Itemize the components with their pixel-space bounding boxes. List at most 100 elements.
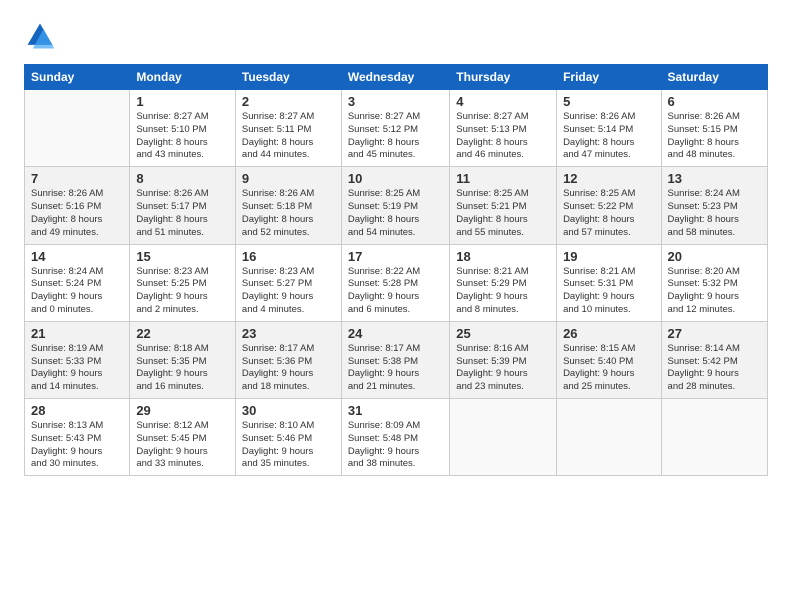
day-info: Sunrise: 8:17 AM Sunset: 5:36 PM Dayligh… [242, 343, 335, 394]
calendar-week-row: 28 Sunrise: 8:13 AM Sunset: 5:43 PM Dayli… [25, 399, 768, 476]
weekday-header: Monday [130, 65, 236, 90]
calendar-header-row: SundayMondayTuesdayWednesdayThursdayFrid… [25, 65, 768, 90]
calendar-cell [25, 90, 130, 167]
header [24, 20, 768, 52]
day-number: 10 [348, 171, 443, 186]
day-number: 23 [242, 326, 335, 341]
day-info: Sunrise: 8:25 AM Sunset: 5:22 PM Dayligh… [563, 188, 654, 239]
calendar-cell: 26Sunrise: 8:15 AM Sunset: 5:40 PM Dayli… [557, 321, 661, 398]
calendar-cell: 16 Sunrise: 8:23 AM Sunset: 5:27 PM Dayli… [235, 244, 341, 321]
day-number: 24 [348, 326, 443, 341]
day-number: 9 [242, 171, 335, 186]
calendar-cell: 13 Sunrise: 8:24 AM Sunset: 5:23 PM Dayli… [661, 167, 767, 244]
day-info: Sunrise: 8:24 AM Sunset: 5:24 PM Dayligh… [31, 266, 123, 317]
weekday-header: Tuesday [235, 65, 341, 90]
day-info: Sunrise: 8:21 AM Sunset: 5:31 PM Dayligh… [563, 266, 654, 317]
logo-icon [24, 20, 56, 52]
calendar-cell: 25 Sunrise: 8:16 AM Sunset: 5:39 PM Dayli… [450, 321, 557, 398]
day-info: Sunrise: 8:20 AM Sunset: 5:32 PM Dayligh… [668, 266, 761, 317]
day-number: 30 [242, 403, 335, 418]
day-number: 11 [456, 171, 550, 186]
day-number: 28 [31, 403, 123, 418]
day-number: 13 [668, 171, 761, 186]
logo [24, 20, 60, 52]
calendar-cell: 18 Sunrise: 8:21 AM Sunset: 5:29 PM Dayli… [450, 244, 557, 321]
day-info: Sunrise: 8:16 AM Sunset: 5:39 PM Dayligh… [456, 343, 550, 394]
calendar-cell: 30 Sunrise: 8:10 AM Sunset: 5:46 PM Dayli… [235, 399, 341, 476]
day-info: Sunrise: 8:27 AM Sunset: 5:10 PM Dayligh… [136, 111, 229, 162]
calendar-cell: 4 Sunrise: 8:27 AM Sunset: 5:13 PM Daylig… [450, 90, 557, 167]
calendar-cell: 29 Sunrise: 8:12 AM Sunset: 5:45 PM Dayli… [130, 399, 236, 476]
calendar-cell: 8 Sunrise: 8:26 AM Sunset: 5:17 PM Daylig… [130, 167, 236, 244]
calendar-cell: 11 Sunrise: 8:25 AM Sunset: 5:21 PM Dayli… [450, 167, 557, 244]
day-info: Sunrise: 8:17 AM Sunset: 5:38 PM Dayligh… [348, 343, 443, 394]
calendar-cell: 22 Sunrise: 8:18 AM Sunset: 5:35 PM Dayli… [130, 321, 236, 398]
day-info: Sunrise: 8:10 AM Sunset: 5:46 PM Dayligh… [242, 420, 335, 471]
day-number: 20 [668, 249, 761, 264]
calendar-week-row: 1 Sunrise: 8:27 AM Sunset: 5:10 PM Daylig… [25, 90, 768, 167]
day-number: 8 [136, 171, 229, 186]
day-info: Sunrise: 8:12 AM Sunset: 5:45 PM Dayligh… [136, 420, 229, 471]
day-info: Sunrise: 8:18 AM Sunset: 5:35 PM Dayligh… [136, 343, 229, 394]
weekday-header: Saturday [661, 65, 767, 90]
day-info: Sunrise: 8:27 AM Sunset: 5:11 PM Dayligh… [242, 111, 335, 162]
day-info: Sunrise: 8:21 AM Sunset: 5:29 PM Dayligh… [456, 266, 550, 317]
day-number: 7 [31, 171, 123, 186]
day-info: Sunrise: 8:23 AM Sunset: 5:25 PM Dayligh… [136, 266, 229, 317]
calendar-cell: 3 Sunrise: 8:27 AM Sunset: 5:12 PM Daylig… [341, 90, 449, 167]
calendar-cell: 7 Sunrise: 8:26 AM Sunset: 5:16 PM Daylig… [25, 167, 130, 244]
calendar-cell: 2 Sunrise: 8:27 AM Sunset: 5:11 PM Daylig… [235, 90, 341, 167]
day-number: 27 [668, 326, 761, 341]
day-number: 18 [456, 249, 550, 264]
day-info: Sunrise: 8:24 AM Sunset: 5:23 PM Dayligh… [668, 188, 761, 239]
day-info: Sunrise: 8:26 AM Sunset: 5:17 PM Dayligh… [136, 188, 229, 239]
day-info: Sunrise: 8:25 AM Sunset: 5:19 PM Dayligh… [348, 188, 443, 239]
calendar-week-row: 21Sunrise: 8:19 AM Sunset: 5:33 PM Dayli… [25, 321, 768, 398]
calendar-cell [557, 399, 661, 476]
calendar-cell [450, 399, 557, 476]
day-info: Sunrise: 8:25 AM Sunset: 5:21 PM Dayligh… [456, 188, 550, 239]
calendar-cell: 15 Sunrise: 8:23 AM Sunset: 5:25 PM Dayli… [130, 244, 236, 321]
day-number: 21 [31, 326, 123, 341]
day-number: 1 [136, 94, 229, 109]
calendar-table: SundayMondayTuesdayWednesdayThursdayFrid… [24, 64, 768, 476]
calendar-cell: 17 Sunrise: 8:22 AM Sunset: 5:28 PM Dayli… [341, 244, 449, 321]
day-info: Sunrise: 8:26 AM Sunset: 5:15 PM Dayligh… [668, 111, 761, 162]
day-number: 3 [348, 94, 443, 109]
day-info: Sunrise: 8:22 AM Sunset: 5:28 PM Dayligh… [348, 266, 443, 317]
day-info: Sunrise: 8:27 AM Sunset: 5:12 PM Dayligh… [348, 111, 443, 162]
day-number: 4 [456, 94, 550, 109]
calendar-cell: 1 Sunrise: 8:27 AM Sunset: 5:10 PM Daylig… [130, 90, 236, 167]
day-number: 29 [136, 403, 229, 418]
day-number: 15 [136, 249, 229, 264]
day-info: Sunrise: 8:23 AM Sunset: 5:27 PM Dayligh… [242, 266, 335, 317]
page: SundayMondayTuesdayWednesdayThursdayFrid… [0, 0, 792, 612]
calendar-cell: 24 Sunrise: 8:17 AM Sunset: 5:38 PM Dayli… [341, 321, 449, 398]
day-info: Sunrise: 8:26 AM Sunset: 5:14 PM Dayligh… [563, 111, 654, 162]
weekday-header: Thursday [450, 65, 557, 90]
calendar-cell: 20 Sunrise: 8:20 AM Sunset: 5:32 PM Dayli… [661, 244, 767, 321]
day-info: Sunrise: 8:15 AM Sunset: 5:40 PM Dayligh… [563, 343, 654, 394]
calendar-cell: 9Sunrise: 8:26 AM Sunset: 5:18 PM Daylig… [235, 167, 341, 244]
day-info: Sunrise: 8:13 AM Sunset: 5:43 PM Dayligh… [31, 420, 123, 471]
calendar-cell: 23 Sunrise: 8:17 AM Sunset: 5:36 PM Dayli… [235, 321, 341, 398]
day-number: 22 [136, 326, 229, 341]
day-info: Sunrise: 8:26 AM Sunset: 5:16 PM Dayligh… [31, 188, 123, 239]
day-number: 12 [563, 171, 654, 186]
day-info: Sunrise: 8:27 AM Sunset: 5:13 PM Dayligh… [456, 111, 550, 162]
day-number: 16 [242, 249, 335, 264]
day-number: 2 [242, 94, 335, 109]
calendar-cell: 6Sunrise: 8:26 AM Sunset: 5:15 PM Daylig… [661, 90, 767, 167]
calendar-cell: 27Sunrise: 8:14 AM Sunset: 5:42 PM Dayli… [661, 321, 767, 398]
day-info: Sunrise: 8:09 AM Sunset: 5:48 PM Dayligh… [348, 420, 443, 471]
weekday-header: Friday [557, 65, 661, 90]
calendar-cell: 12 Sunrise: 8:25 AM Sunset: 5:22 PM Dayli… [557, 167, 661, 244]
day-number: 31 [348, 403, 443, 418]
day-number: 17 [348, 249, 443, 264]
calendar-cell [661, 399, 767, 476]
weekday-header: Sunday [25, 65, 130, 90]
day-number: 25 [456, 326, 550, 341]
day-number: 19 [563, 249, 654, 264]
calendar-cell: 10 Sunrise: 8:25 AM Sunset: 5:19 PM Dayli… [341, 167, 449, 244]
calendar-cell: 21Sunrise: 8:19 AM Sunset: 5:33 PM Dayli… [25, 321, 130, 398]
